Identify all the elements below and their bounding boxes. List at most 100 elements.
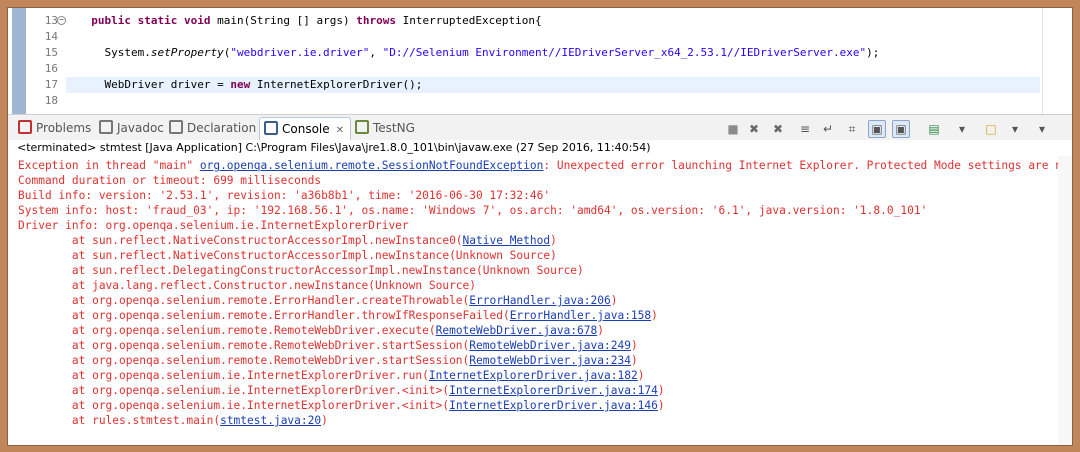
console-line: Build info: version: '2.53.1', revision:… bbox=[18, 188, 550, 203]
display-selected-console-icon[interactable]: ▤ bbox=[926, 121, 942, 137]
display-selected-dropdown-icon[interactable]: ▾ bbox=[954, 121, 970, 137]
code-line[interactable]: 16 bbox=[8, 61, 1042, 77]
console-line: at org.openqa.selenium.remote.ErrorHandl… bbox=[18, 308, 658, 323]
console-text: at org.openqa.selenium.remote.ErrorHandl… bbox=[18, 309, 510, 322]
stack-trace-link[interactable]: Native Method bbox=[463, 234, 551, 247]
remove-launch-icon[interactable]: ✖ bbox=[746, 121, 762, 137]
tab-declaration[interactable]: Declaration bbox=[169, 119, 256, 137]
console-text: ) bbox=[550, 234, 557, 247]
stack-trace-link[interactable]: ErrorHandler.java:206 bbox=[469, 294, 610, 307]
code-token: throws bbox=[356, 14, 396, 27]
console-line: at java.lang.reflect.Constructor.newInst… bbox=[18, 278, 476, 293]
code-token: driver bbox=[170, 78, 211, 91]
console-line: at org.openqa.selenium.ie.InternetExplor… bbox=[18, 398, 665, 413]
tab-javadoc[interactable]: Javadoc bbox=[99, 119, 164, 137]
console-icon bbox=[264, 121, 278, 135]
console-line: at org.openqa.selenium.remote.ErrorHandl… bbox=[18, 293, 618, 308]
console-process-status: <terminated> stmtest [Java Application] … bbox=[8, 140, 1072, 155]
stack-trace-link[interactable]: ErrorHandler.java:158 bbox=[510, 309, 651, 322]
pin-console-icon[interactable]: ⌗ bbox=[844, 121, 860, 137]
code-token: WebDriver bbox=[78, 78, 171, 91]
tab-problems[interactable]: Problems bbox=[18, 119, 91, 137]
code-token: static bbox=[137, 14, 178, 27]
console-line: Driver info: org.openqa.selenium.ie.Inte… bbox=[18, 218, 409, 233]
code-line[interactable]: 13− public static void main(String [] ar… bbox=[8, 13, 1042, 29]
open-console-dropdown-icon[interactable]: ▾ bbox=[1007, 121, 1023, 137]
console-line: Exception in thread "main" org.openqa.se… bbox=[18, 158, 1058, 173]
fold-toggle-icon[interactable]: − bbox=[57, 16, 66, 25]
stack-trace-link[interactable]: InternetExplorerDriver.java:146 bbox=[449, 399, 658, 412]
console-text: Driver info: org.openqa.selenium.ie.Inte… bbox=[18, 219, 409, 232]
code-editor[interactable]: 13− public static void main(String [] ar… bbox=[8, 8, 1072, 114]
remove-all-icon[interactable]: ✖ bbox=[770, 121, 786, 137]
code-line[interactable]: 15 System.setProperty("webdriver.ie.driv… bbox=[8, 45, 1042, 61]
line-number: 15 bbox=[44, 46, 58, 59]
console-text: System info: host: 'fraud_03', ip: '192.… bbox=[18, 204, 928, 217]
stack-trace-link[interactable]: InternetExplorerDriver.java:182 bbox=[429, 369, 638, 382]
word-wrap-icon[interactable]: ↵ bbox=[820, 121, 836, 137]
code-text: public static void main(String [] args) … bbox=[78, 13, 541, 29]
code-token: = bbox=[210, 78, 231, 91]
console-text: ) bbox=[610, 294, 618, 307]
stack-trace-link[interactable]: stmtest.java:20 bbox=[220, 414, 321, 427]
console-line: at sun.reflect.NativeConstructorAccessor… bbox=[18, 248, 557, 263]
open-console-icon[interactable]: □ bbox=[983, 121, 999, 137]
at-sign-icon bbox=[99, 120, 113, 134]
tab-label: TestNG bbox=[373, 121, 415, 135]
console-line: at org.openqa.selenium.ie.InternetExplor… bbox=[18, 368, 645, 383]
console-text: at sun.reflect.DelegatingConstructorAcce… bbox=[18, 264, 584, 277]
console-text: at org.openqa.selenium.remote.ErrorHandl… bbox=[18, 294, 470, 307]
console-text: at org.openqa.selenium.ie.InternetExplor… bbox=[18, 384, 450, 397]
console-text: at org.openqa.selenium.ie.InternetExplor… bbox=[18, 369, 429, 382]
console-text: at org.openqa.selenium.remote.RemoteWebD… bbox=[18, 354, 470, 367]
console-text: ) bbox=[657, 399, 665, 412]
tab-label: Console bbox=[282, 122, 330, 136]
tab-console[interactable]: Console ✕ bbox=[259, 117, 352, 142]
scroll-lock-icon[interactable]: ≡ bbox=[797, 121, 813, 137]
stack-trace-link[interactable]: org.openqa.selenium.remote.SessionNotFou… bbox=[200, 159, 544, 172]
console-output[interactable]: Exception in thread "main" org.openqa.se… bbox=[8, 156, 1058, 445]
console-text: at org.openqa.selenium.remote.RemoteWebD… bbox=[18, 324, 436, 337]
view-menu-icon[interactable]: ▾ bbox=[1034, 121, 1050, 137]
console-text: Build info: version: '2.53.1', revision:… bbox=[18, 189, 551, 202]
console-text: ) bbox=[321, 414, 328, 427]
code-token: "D://Selenium Environment//IEDriverServe… bbox=[382, 46, 867, 59]
console-text: : Unexpected error launching Internet Ex… bbox=[543, 159, 1058, 172]
show-on-error-icon[interactable]: ▣ bbox=[892, 120, 910, 138]
console-line: Command duration or timeout: 699 millise… bbox=[18, 173, 321, 188]
console-line: at org.openqa.selenium.remote.RemoteWebD… bbox=[18, 338, 638, 353]
line-number: 17 bbox=[44, 78, 58, 91]
line-number: 14 bbox=[44, 30, 58, 43]
console-line: System info: host: 'fraud_03', ip: '192.… bbox=[18, 203, 927, 218]
stack-trace-link[interactable]: RemoteWebDriver.java:234 bbox=[469, 354, 631, 367]
eclipse-window: 13− public static void main(String [] ar… bbox=[7, 7, 1073, 446]
console-text: ) bbox=[651, 309, 658, 322]
close-icon[interactable]: ✕ bbox=[336, 120, 344, 142]
editor-overview-ruler bbox=[1042, 8, 1071, 114]
show-on-output-icon[interactable]: ▣ bbox=[868, 120, 886, 138]
code-token: main(String [] args) bbox=[210, 14, 357, 27]
code-token: ); bbox=[866, 46, 880, 59]
console-text: ) bbox=[597, 324, 605, 337]
console-scrollbar[interactable] bbox=[1058, 156, 1072, 445]
code-line[interactable]: 18 bbox=[8, 93, 1042, 109]
tab-testng[interactable]: TestNG bbox=[355, 119, 415, 137]
code-token: , bbox=[369, 46, 383, 59]
line-number: 18 bbox=[44, 94, 58, 107]
code-token: "webdriver.ie.driver" bbox=[230, 46, 370, 59]
code-line[interactable]: 17 WebDriver driver = new InternetExplor… bbox=[8, 77, 1042, 93]
code-line[interactable]: 14 bbox=[8, 29, 1042, 45]
code-token: System. bbox=[78, 46, 151, 59]
stack-trace-link[interactable]: RemoteWebDriver.java:678 bbox=[436, 324, 598, 337]
terminate-icon[interactable]: ■ bbox=[725, 121, 741, 137]
console-text: ) bbox=[630, 354, 638, 367]
line-number: 16 bbox=[44, 62, 58, 75]
line-number: 13 bbox=[44, 14, 58, 27]
stack-trace-link[interactable]: InternetExplorerDriver.java:174 bbox=[449, 384, 658, 397]
stack-trace-link[interactable]: RemoteWebDriver.java:249 bbox=[469, 339, 631, 352]
console-text: at java.lang.reflect.Constructor.newInst… bbox=[18, 279, 477, 292]
console-text: ) bbox=[630, 339, 638, 352]
tab-label: Declaration bbox=[187, 121, 257, 135]
